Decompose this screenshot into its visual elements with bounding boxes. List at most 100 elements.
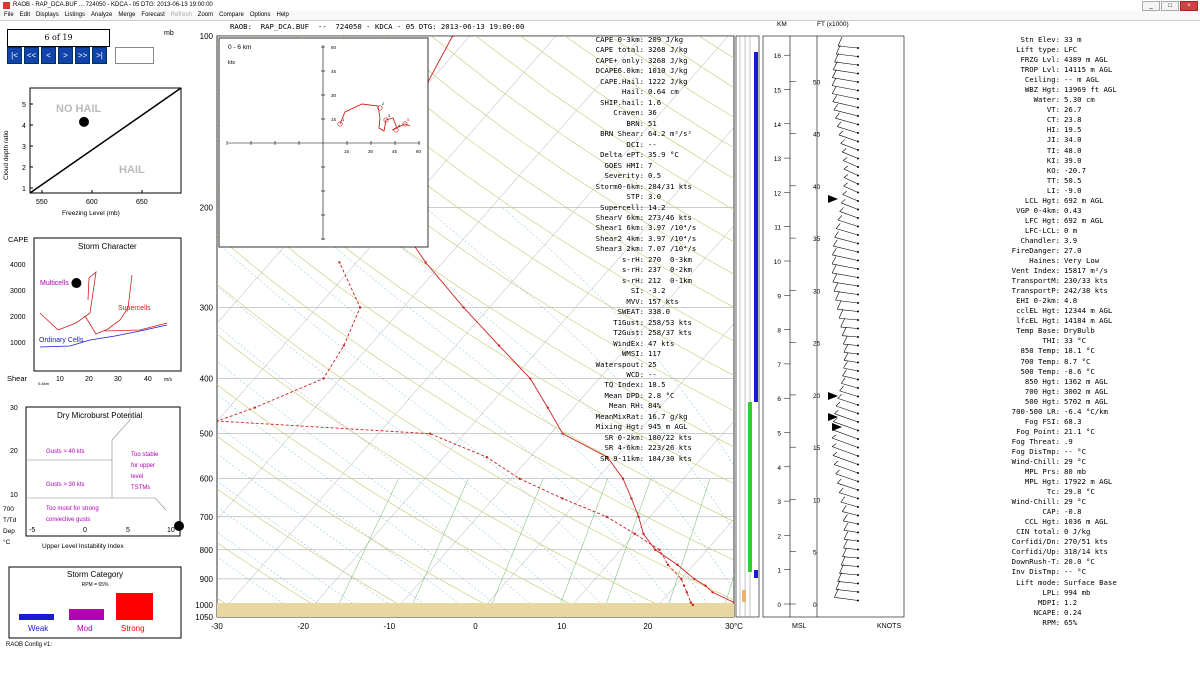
pressure-tick: 300 <box>200 303 214 312</box>
index-value: 18.5 <box>648 380 666 390</box>
index-label: CCL Hgt: <box>1024 517 1060 527</box>
index-row: LCL Hgt: 692 m AGL <box>1003 196 1117 206</box>
index-row: 850 Hgt: 1362 m AGL <box>1003 377 1117 387</box>
temperature-point <box>424 261 427 264</box>
dewpoint-point <box>217 419 219 423</box>
index-label: DCI: <box>626 139 644 149</box>
index-row: RPM: 65% <box>1003 618 1117 628</box>
index-row: LI: -9.0 <box>1003 186 1117 196</box>
cape-bar <box>754 52 758 402</box>
hodo-ytick: 15 <box>331 117 337 122</box>
index-value: -6.4 °C/km <box>1064 406 1108 416</box>
index-label: Mean DPD: <box>604 390 644 400</box>
km-tick: 6 <box>777 396 781 403</box>
temperature-point <box>676 563 679 566</box>
index-value: 3.9 <box>1064 235 1078 245</box>
pressure-tick: 500 <box>200 430 214 439</box>
index-row: 500 Temp: -8.6 °C <box>1003 367 1117 377</box>
index-label: CAP: <box>1042 507 1060 517</box>
ft-tick: 15 <box>813 445 821 452</box>
index-row: Stn Elev: 33 m <box>1003 35 1117 45</box>
index-label: Ceiling: <box>1024 75 1060 85</box>
index-label: Mixing Hgt: <box>595 422 644 432</box>
index-value: LFC <box>1064 45 1078 55</box>
temperature-point <box>704 584 707 587</box>
indices-left: CAPE 0-3km: 209 J/kg CAPE total: 3268 J/kg C… <box>590 35 697 464</box>
index-value: -3.2 <box>648 286 666 296</box>
pressure-tick: 400 <box>200 375 214 384</box>
index-value: 23.8 <box>1064 115 1082 125</box>
index-label: VGP 0-4km: <box>1016 205 1060 215</box>
index-row: 500 Hgt: 5702 m AGL <box>1003 397 1117 407</box>
index-row: T2Gust: 258/37 kts <box>590 328 696 338</box>
index-label: KI: <box>1046 155 1060 165</box>
index-value: 212 0-1km <box>648 275 692 285</box>
temperature-point <box>451 36 454 38</box>
dewpoint-point <box>680 577 683 581</box>
index-value: 994 mb <box>1064 587 1091 597</box>
ft-tick: 0 <box>813 602 817 609</box>
index-row: Fog Threat: .9 <box>1003 437 1117 447</box>
lcl-marker <box>754 570 758 578</box>
index-label: MeanMixRat: <box>595 411 644 421</box>
index-value: 1.6 <box>648 97 662 107</box>
ground-layer <box>217 603 734 617</box>
km-tick: 16 <box>774 53 782 60</box>
index-label: Waterspout: <box>595 359 644 369</box>
index-label: Fog DisTmp: <box>1011 446 1060 456</box>
index-label: CAPE+ only: <box>595 55 644 65</box>
index-value: -- <box>648 139 657 149</box>
hodograph-unit: kts <box>228 60 235 66</box>
index-value: 48.0 <box>1064 145 1082 155</box>
index-value: 36 <box>648 108 657 118</box>
pressure-tick: 900 <box>200 575 214 584</box>
index-value: 0.64 cm <box>648 87 679 97</box>
index-row: WMSI: 117 <box>590 349 696 359</box>
hodograph-frame <box>218 37 429 248</box>
index-row: Mean RH: 84% <box>590 401 696 411</box>
hodo-xtick: 60 <box>416 149 422 154</box>
knots-label: KNOTS <box>877 623 901 630</box>
temperature-point <box>654 548 657 552</box>
index-label: LFC Hgt: <box>1024 215 1060 225</box>
index-row: MeanMixRat: 16.7 g/kg <box>590 412 696 422</box>
index-label: RPM: <box>1042 617 1060 627</box>
index-value: 68.3 <box>1064 416 1082 426</box>
index-row: Lift type: LFC <box>1003 45 1117 55</box>
index-row: CAPE total: 3268 J/kg <box>590 45 696 55</box>
index-label: Shear2 4km: <box>595 233 644 243</box>
km-tick: 14 <box>774 122 782 129</box>
index-value: 65% <box>1064 617 1078 627</box>
index-label: TransportM: <box>1011 276 1060 286</box>
ft-tick: 30 <box>813 288 821 295</box>
index-row: BRN Shear: 64.2 m²/s² <box>590 129 696 139</box>
index-row: SR 4-6km: 223/26 kts <box>590 443 696 453</box>
index-row: T1Gust: 258/53 kts <box>590 318 696 328</box>
index-row: CAPE+ only: 3268 J/kg <box>590 56 696 66</box>
index-row: Hail: 0.64 cm <box>590 87 696 97</box>
index-row: s-rH: 237 0-2km <box>590 265 696 275</box>
index-label: Corfidi/Dn: <box>1011 537 1060 547</box>
index-row: THI: 33 °C <box>1003 336 1117 346</box>
temperature-tick: 10 <box>557 622 566 631</box>
dewpoint-point <box>485 456 489 459</box>
index-label: MPL Hgt: <box>1024 477 1060 487</box>
index-row: SR 9-11km: 184/30 kts <box>590 454 696 464</box>
index-value: 5702 m AGL <box>1064 396 1108 406</box>
index-label: FireDanger: <box>1011 245 1060 255</box>
index-label: DCAPE6.0km: <box>595 66 644 76</box>
index-row: TT: 50.5 <box>1003 176 1117 186</box>
ft-tick: 5 <box>813 550 817 557</box>
index-label: TI: <box>1046 145 1060 155</box>
temperature-point <box>642 532 645 536</box>
index-row: SI: -3.2 <box>590 286 696 296</box>
km-tick: 12 <box>774 190 782 197</box>
index-label: WBZ Hgt: <box>1024 85 1060 95</box>
dewpoint-point <box>605 515 608 519</box>
index-value: 84% <box>648 401 662 411</box>
index-label: Fog Point: <box>1016 426 1060 436</box>
index-value: 13969 ft AGL <box>1064 85 1117 95</box>
index-value: -8.6 °C <box>1064 366 1095 376</box>
index-row: Haines: Very Low <box>1003 256 1117 266</box>
index-row: CAPE.Hail: 1222 J/kg <box>590 77 696 87</box>
